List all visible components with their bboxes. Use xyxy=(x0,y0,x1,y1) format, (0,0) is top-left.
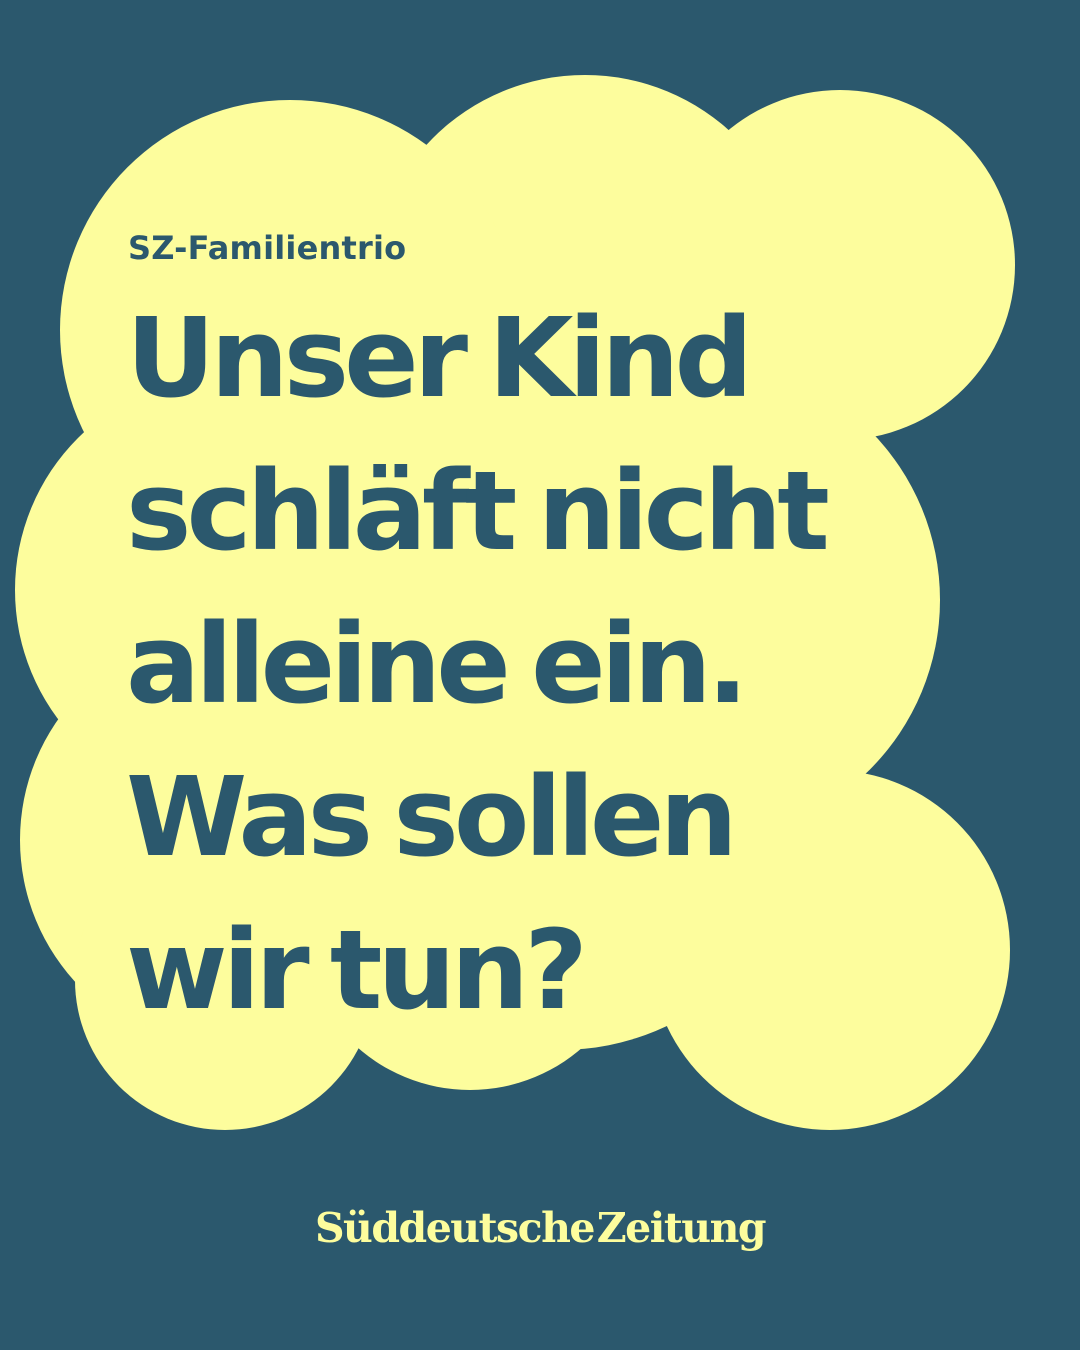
brand-logo: Süddeutsche Zeitung xyxy=(314,1204,767,1252)
headline-line: wir tun? xyxy=(126,906,588,1034)
headline-line: alleine ein. xyxy=(126,600,749,728)
headline-line: schläft nicht xyxy=(126,447,830,575)
headline: Unser Kind schläft nicht alleine ein. Wa… xyxy=(126,282,946,1047)
headline-line: Was sollen xyxy=(126,753,738,881)
headline-line: Unser Kind xyxy=(126,294,753,422)
kicker-label: SZ-Familientrio xyxy=(128,229,407,267)
